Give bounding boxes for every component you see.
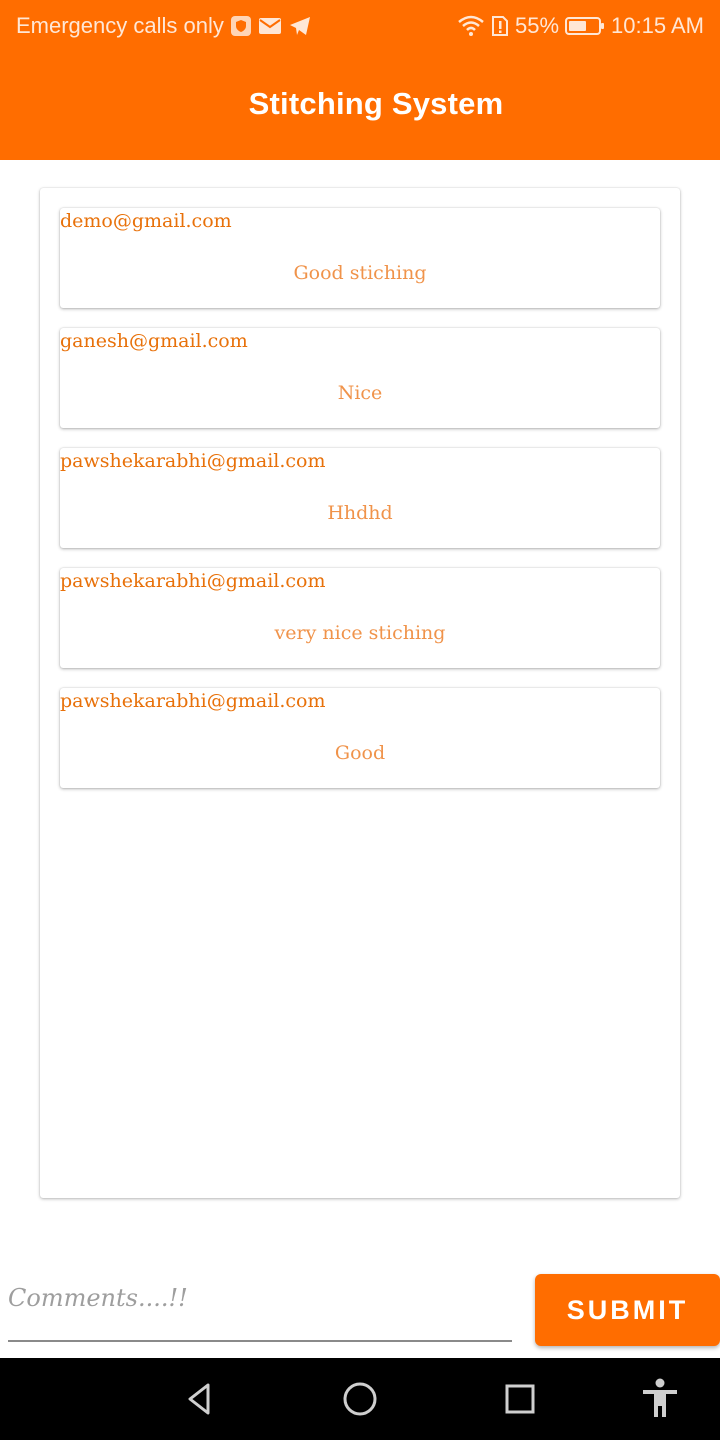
status-right: 55% 10:15 AM	[457, 13, 704, 39]
submit-button[interactable]: SUBMIT	[535, 1274, 720, 1346]
comment-email: pawshekarabhi@gmail.com	[60, 450, 326, 472]
page-title: Stitching System	[248, 86, 504, 121]
clock: 10:15 AM	[611, 13, 704, 38]
comment-text: Good stiching	[293, 262, 427, 284]
comment-card: ganesh@gmail.com Nice	[60, 328, 660, 428]
accessibility-icon	[643, 1378, 677, 1417]
comment-email: demo@gmail.com	[60, 210, 232, 232]
comment-email: ganesh@gmail.com	[60, 330, 248, 352]
comment-email: pawshekarabhi@gmail.com	[60, 690, 326, 712]
back-button[interactable]	[160, 1358, 240, 1440]
back-icon	[188, 1383, 210, 1415]
battery-percent: 55%	[515, 13, 560, 38]
comment-text: very nice stiching	[274, 622, 446, 644]
mail-icon	[258, 16, 282, 36]
comment-card: pawshekarabhi@gmail.com Good	[60, 688, 660, 788]
carrier-text: Emergency calls only	[16, 13, 224, 38]
status-left: Emergency calls only	[16, 13, 312, 39]
recents-button[interactable]	[480, 1358, 560, 1440]
comment-input[interactable]	[8, 1276, 512, 1342]
status-bar: Emergency calls only 55% 10:15 AM	[0, 0, 720, 52]
comments-list[interactable]: demo@gmail.com Good stiching ganesh@gmai…	[40, 188, 680, 1198]
comment-text: Hhdhd	[327, 502, 393, 524]
alert-sim-icon	[491, 15, 509, 37]
comment-card: demo@gmail.com Good stiching	[60, 208, 660, 308]
battery-icon	[565, 16, 605, 36]
recents-icon	[505, 1384, 535, 1414]
telegram-icon	[288, 15, 312, 37]
shield-icon	[230, 15, 252, 37]
comment-card: pawshekarabhi@gmail.com very nice stichi…	[60, 568, 660, 668]
accessibility-button[interactable]	[620, 1358, 700, 1440]
comment-email: pawshekarabhi@gmail.com	[60, 570, 326, 592]
comment-card: pawshekarabhi@gmail.com Hhdhd	[60, 448, 660, 548]
comment-text: Good	[334, 742, 386, 764]
app-bar: Stitching System	[0, 52, 720, 160]
navigation-bar	[0, 1358, 720, 1440]
comment-text: Nice	[337, 382, 383, 404]
wifi-icon	[457, 15, 485, 37]
home-button[interactable]	[320, 1358, 400, 1440]
home-icon	[343, 1382, 377, 1416]
